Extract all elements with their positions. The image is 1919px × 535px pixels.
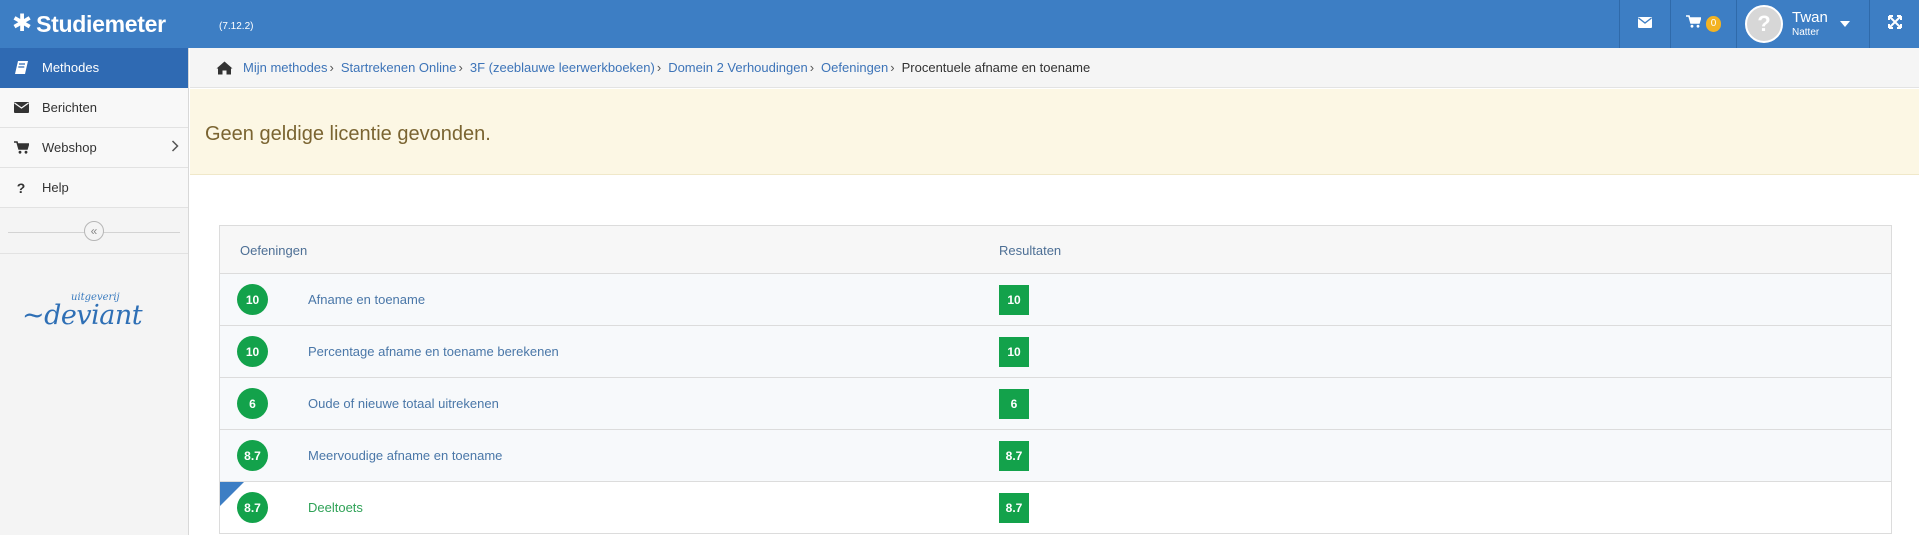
breadcrumb-current: Procentuele afname en toename: [901, 60, 1091, 75]
deviant-logo: uitgeverij ~deviant: [22, 292, 143, 331]
breadcrumb-link-oefeningen[interactable]: Oefeningen: [821, 60, 888, 75]
sidebar-item-label: Berichten: [42, 100, 97, 115]
brand-star-icon: ✱: [12, 10, 33, 37]
user-names: Twan Natter: [1792, 10, 1828, 38]
score-badge: 6: [237, 388, 268, 419]
result-box[interactable]: 6: [999, 389, 1029, 419]
logo-top-text: uitgeverij: [71, 292, 120, 303]
cart-count-badge: 0: [1705, 16, 1722, 32]
messages-button[interactable]: [1619, 0, 1670, 48]
breadcrumb-link-startrekenen[interactable]: Startrekenen Online: [341, 60, 457, 75]
exercise-link[interactable]: Deeltoets: [308, 500, 363, 515]
result-box[interactable]: 10: [999, 285, 1029, 315]
top-right-controls: 0 ? Twan Natter: [1619, 0, 1919, 48]
breadcrumb-link-mijn-methodes[interactable]: Mijn methodes: [243, 60, 328, 75]
brand-name: Studiemeter: [36, 10, 166, 37]
table-header: Oefeningen Resultaten: [220, 226, 1891, 274]
top-navbar: ✱ Studiemeter (7.12.2) 0 ? Twan Natter: [0, 0, 1919, 48]
column-header-oefeningen: Oefeningen: [240, 243, 308, 258]
chevron-right-icon: ›: [890, 60, 895, 75]
sidebar-item-label: Methodes: [42, 60, 100, 75]
sidebar-collapse-row: «: [0, 208, 188, 254]
caret-down-icon: [1839, 21, 1850, 27]
book-icon: [12, 61, 30, 74]
sidebar: Methodes Berichten Webshop ? Help « uitg…: [0, 48, 189, 535]
chevron-right-icon: ›: [329, 60, 334, 75]
chevron-right-icon: [171, 139, 179, 155]
sidebar-item-methodes[interactable]: Methodes: [0, 48, 188, 88]
sidebar-item-help[interactable]: ? Help: [0, 168, 188, 208]
breadcrumb: Mijn methodes › Startrekenen Online › 3F…: [190, 48, 1919, 88]
user-first-name: Twan: [1792, 9, 1828, 26]
sidebar-item-label: Webshop: [42, 140, 97, 155]
sidebar-item-label: Help: [42, 180, 69, 195]
score-badge: 10: [237, 284, 268, 315]
result-box[interactable]: 8.7: [999, 493, 1029, 523]
chevron-right-icon: ›: [656, 60, 662, 75]
question-icon: ?: [16, 179, 26, 196]
collapse-sidebar-button[interactable]: «: [84, 221, 104, 241]
result-box[interactable]: 8.7: [999, 441, 1029, 471]
fullscreen-button[interactable]: [1869, 0, 1919, 48]
table-row[interactable]: 10 Afname en toename 10: [220, 274, 1891, 326]
table-row[interactable]: 8.7 Meervoudige afname en toename 8.7: [220, 430, 1891, 482]
column-header-resultaten: Resultaten: [999, 243, 1062, 258]
table-row[interactable]: 6 Oude of nieuwe totaal uitrekenen 6: [220, 378, 1891, 430]
table-row[interactable]: 10 Percentage afname en toename berekene…: [220, 326, 1891, 378]
score-badge: 10: [237, 336, 268, 367]
chevron-right-icon: ›: [809, 60, 815, 75]
table-row-selected[interactable]: 8.7 Deeltoets 8.7: [220, 482, 1891, 533]
exercise-link[interactable]: Percentage afname en toename berekenen: [308, 344, 559, 359]
double-chevron-left-icon: «: [90, 224, 98, 238]
license-alert: Geen geldige licentie gevonden.: [190, 89, 1919, 175]
envelope-icon: [1638, 15, 1652, 33]
cart-button[interactable]: 0: [1670, 0, 1736, 48]
home-icon[interactable]: [216, 61, 233, 75]
brand-logo[interactable]: ✱ Studiemeter: [12, 9, 166, 39]
logo-main-text: ~deviant: [22, 300, 143, 331]
cart-icon: [1685, 15, 1702, 33]
sidebar-item-webshop[interactable]: Webshop: [0, 128, 188, 168]
exercise-link[interactable]: Oude of nieuwe totaal uitrekenen: [308, 396, 499, 411]
exercise-link[interactable]: Meervoudige afname en toename: [308, 448, 502, 463]
cart-icon: [12, 141, 30, 154]
exercises-table: Oefeningen Resultaten 10 Afname en toena…: [219, 225, 1892, 534]
exercise-link[interactable]: Afname en toename: [308, 292, 425, 307]
fullscreen-icon: [1887, 14, 1902, 34]
breadcrumb-link-domein-2[interactable]: Domein 2 Verhoudingen: [668, 60, 808, 75]
chevron-right-icon: ›: [458, 60, 463, 75]
score-badge: 8.7: [237, 492, 268, 523]
user-last-name: Natter: [1792, 27, 1820, 38]
sidebar-item-berichten[interactable]: Berichten: [0, 88, 188, 128]
app-version: (7.12.2): [219, 21, 254, 32]
avatar: ?: [1745, 5, 1783, 43]
user-menu[interactable]: ? Twan Natter: [1736, 0, 1869, 48]
score-badge: 8.7: [237, 440, 268, 471]
alert-message: Geen geldige licentie gevonden.: [205, 123, 491, 145]
envelope-icon: [12, 102, 30, 113]
breadcrumb-link-3f[interactable]: 3F (zeeblauwe leerwerkboeken): [470, 60, 655, 75]
result-box[interactable]: 10: [999, 337, 1029, 367]
